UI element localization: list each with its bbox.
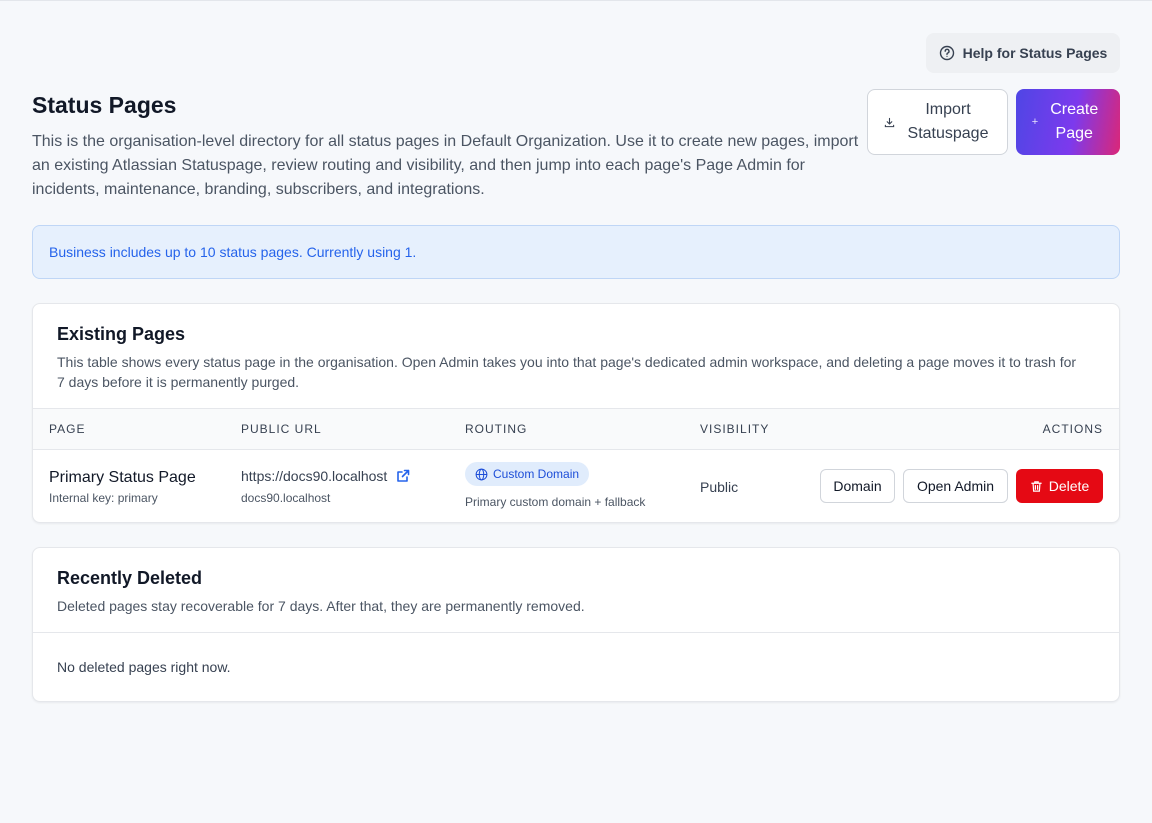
public-url-link[interactable]: https://docs90.localhost: [241, 468, 411, 484]
routing-note: Primary custom domain + fallback: [465, 495, 646, 509]
domain-button[interactable]: Domain: [820, 469, 895, 503]
page-description: This is the organisation-level directory…: [32, 133, 859, 198]
table-row: Primary Status Page Internal key: primar…: [33, 450, 1119, 522]
existing-pages-card: Existing Pages This table shows every st…: [32, 303, 1120, 523]
open-admin-button[interactable]: Open Admin: [903, 469, 1008, 503]
create-page-button[interactable]: + Create Page: [1016, 89, 1120, 155]
divider: [33, 632, 1119, 633]
visibility-value: Public: [700, 479, 739, 495]
trash-icon: [1031, 480, 1042, 492]
public-host: docs90.localhost: [241, 491, 331, 505]
help-status-pages-button[interactable]: Help for Status Pages: [926, 33, 1120, 73]
column-header-visibility: VISIBILITY: [700, 422, 770, 436]
recently-deleted-description: Deleted pages stay recoverable for 7 day…: [57, 598, 585, 614]
recently-deleted-title: Recently Deleted: [57, 568, 203, 588]
existing-pages-title: Existing Pages: [57, 324, 186, 344]
plus-icon: +: [1031, 116, 1039, 128]
external-link-icon[interactable]: [395, 468, 411, 484]
column-header-actions: ACTIONS: [1042, 422, 1103, 436]
plan-usage-text: Business includes up to 10 status pages.…: [49, 244, 417, 260]
create-button-label: Create Page: [1050, 101, 1099, 142]
page-internal-key: Internal key: primary: [49, 491, 158, 505]
question-circle-icon: [939, 45, 954, 61]
column-header-routing: ROUTING: [465, 422, 528, 436]
download-icon: [884, 117, 895, 127]
existing-pages-description: This table shows every status page in th…: [57, 354, 1077, 390]
routing-badge: Custom Domain: [465, 462, 590, 486]
column-header-page: PAGE: [49, 422, 86, 436]
page-title: Status Pages: [32, 92, 177, 118]
help-button-label: Help for Status Pages: [962, 45, 1108, 61]
routing-badge-label: Custom Domain: [493, 467, 580, 481]
public-url-text: https://docs90.localhost: [241, 468, 388, 484]
table-header: PAGE PUBLIC URL ROUTING VISIBILITY ACTIO…: [33, 408, 1119, 450]
recently-deleted-card: Recently Deleted Deleted pages stay reco…: [32, 547, 1120, 702]
column-header-public-url: PUBLIC URL: [241, 422, 322, 436]
globe-icon: [475, 468, 488, 480]
plan-usage-banner: Business includes up to 10 status pages.…: [32, 225, 1120, 279]
empty-state-text: No deleted pages right now.: [57, 659, 231, 675]
import-statuspage-button[interactable]: Import Statuspage: [867, 89, 1008, 155]
import-button-label: Import Statuspage: [907, 101, 989, 142]
page-name: Primary Status Page: [49, 469, 196, 486]
delete-button[interactable]: Delete: [1016, 469, 1103, 503]
delete-button-label: Delete: [1048, 478, 1090, 494]
